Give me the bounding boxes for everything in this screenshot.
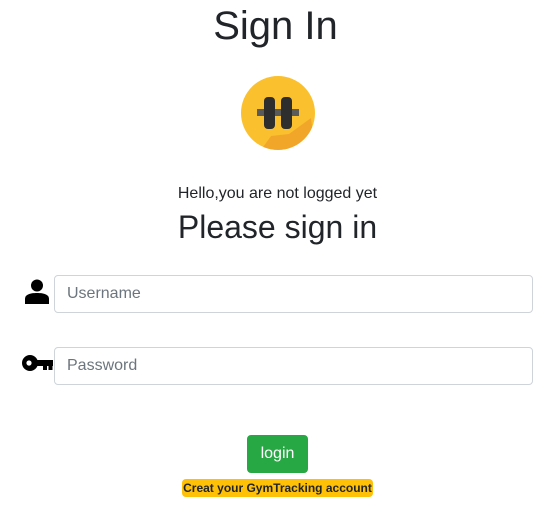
create-account-link[interactable]: Creat your GymTracking account <box>182 479 373 497</box>
username-input[interactable] <box>54 275 533 313</box>
user-icon <box>25 279 49 304</box>
dumbbell-icon <box>241 76 315 150</box>
key-icon <box>22 355 53 371</box>
not-logged-message: Hello,you are not logged yet <box>177 185 378 202</box>
please-sign-in-heading: Please sign in <box>177 209 378 245</box>
login-button[interactable]: login <box>247 435 308 473</box>
page-title: Sign In <box>213 4 338 48</box>
password-input[interactable] <box>54 347 533 385</box>
